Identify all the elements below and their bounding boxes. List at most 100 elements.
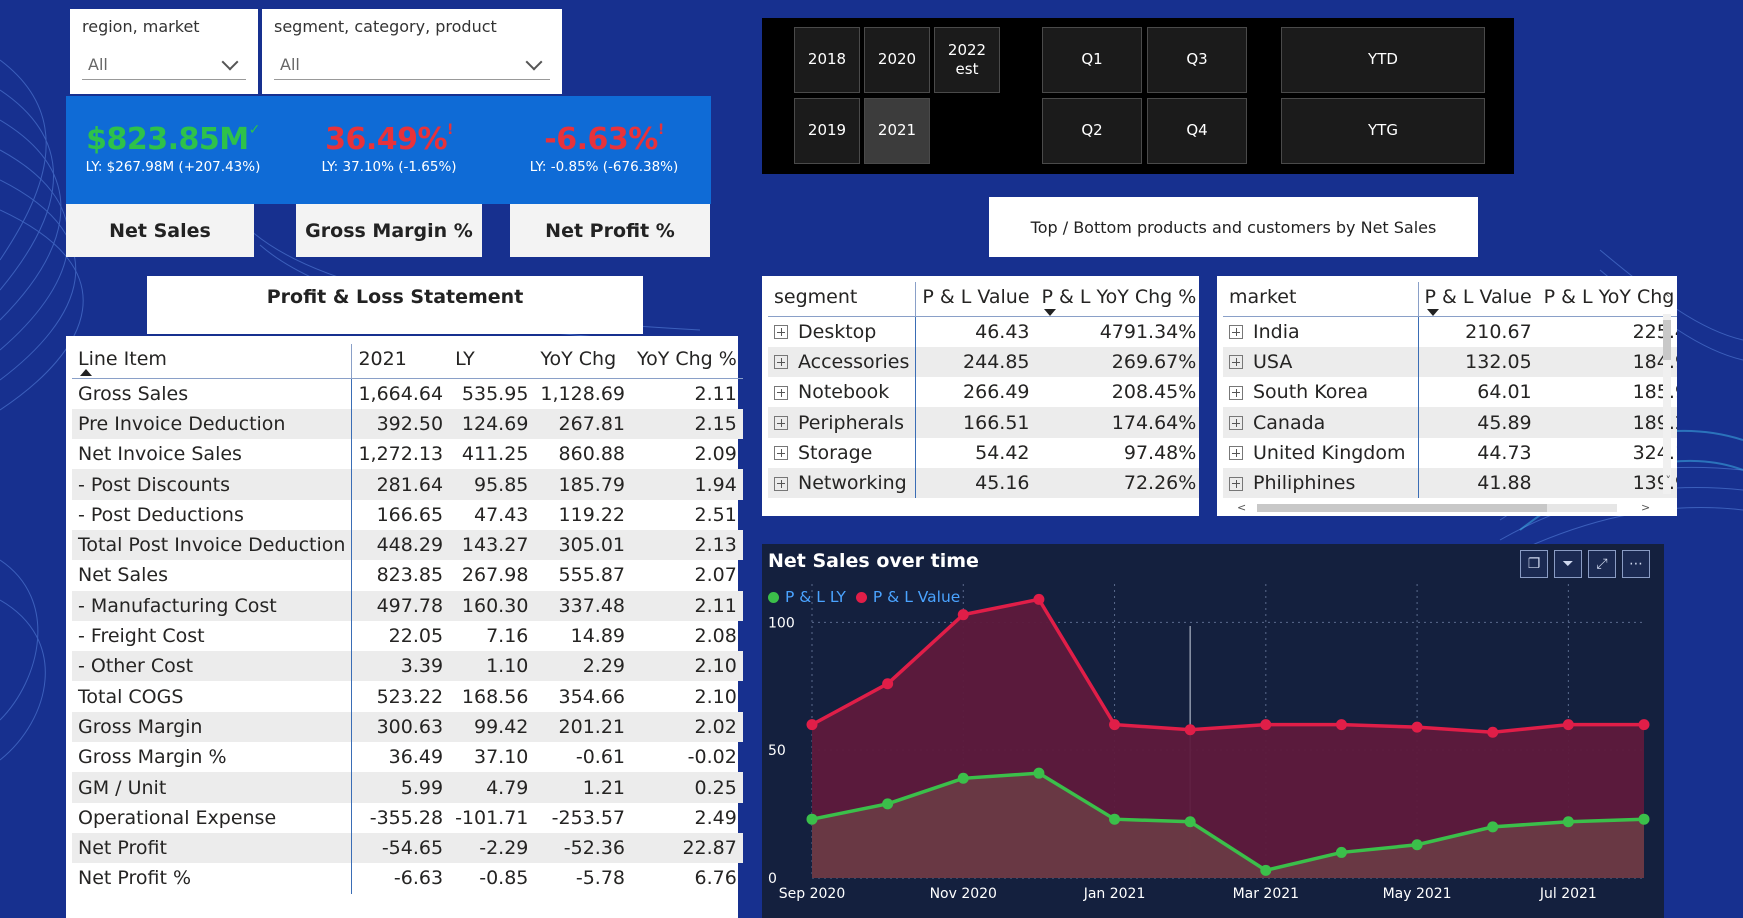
expand-icon[interactable]: [774, 325, 788, 340]
market-row[interactable]: Philiphines 41.88139.9: [1223, 467, 1677, 499]
pl-row[interactable]: - Post Discounts 281.64 95.85 185.79 1.94: [72, 469, 743, 500]
expand-icon[interactable]: [774, 476, 788, 491]
cell-value: 14.89: [570, 625, 626, 648]
cell-value: 300.63: [351, 711, 450, 743]
pl-row[interactable]: Net Sales 823.85 267.98 555.87 2.07: [72, 560, 743, 591]
market-row[interactable]: India 210.67 225.4: [1223, 316, 1677, 347]
segment-row[interactable]: Notebook 266.49 208.45%: [768, 377, 1199, 408]
pl-col-yoy-chg[interactable]: YoY Chg: [534, 344, 632, 379]
market-col-value[interactable]: P & L Value: [1418, 282, 1538, 317]
cell-value: 64.01: [1477, 381, 1532, 404]
data-point: [1562, 816, 1574, 828]
cell-value: -101.71: [455, 806, 529, 829]
scroll-up-icon[interactable]: ^: [1662, 292, 1671, 305]
segment-col-segment[interactable]: segment: [768, 282, 917, 317]
scroll-down-icon[interactable]: ˅: [1666, 474, 1672, 487]
expand-icon[interactable]: [774, 385, 788, 400]
pl-row[interactable]: Net Profit -54.65 -2.29 -52.36 22.87: [72, 832, 743, 864]
segment-col-value[interactable]: P & L Value: [915, 282, 1036, 317]
market-row[interactable]: United Kingdom 44.73 324.1: [1223, 437, 1677, 468]
kpi-label-net-profit: Net Profit %: [510, 204, 710, 257]
pl-col-ly[interactable]: LY: [449, 344, 535, 379]
row-label: Notebook: [768, 377, 917, 408]
cell-value: 2.07: [694, 564, 737, 587]
slicer-title: region, market: [82, 17, 200, 36]
quarter-button-q4[interactable]: Q4: [1147, 98, 1247, 164]
pl-row[interactable]: - Post Deductions 166.65 47.43 119.22 2.51: [72, 499, 743, 530]
market-row[interactable]: Canada 45.89189.2: [1223, 407, 1677, 438]
pl-col-2021[interactable]: 2021: [351, 344, 450, 379]
expand-icon[interactable]: [1229, 416, 1243, 431]
pl-row[interactable]: Gross Margin % 36.49 37.10 -0.61 -0.02: [72, 742, 743, 773]
expand-icon[interactable]: [774, 355, 788, 370]
pl-row[interactable]: - Freight Cost 22.05 7.16 14.89 2.08: [72, 620, 743, 652]
kpi-gross-margin[interactable]: 36.49%! LY: 37.10% (-1.65%): [282, 96, 496, 204]
pl-row[interactable]: - Manufacturing Cost 497.78 160.30 337.48 2.…: [72, 590, 743, 621]
market-col-yoy[interactable]: P & L YoY Chg: [1537, 282, 1677, 317]
x-tick-label: May 2021: [1383, 886, 1452, 902]
pl-row[interactable]: - Other Cost 3.39 1.10 2.29 2.10: [72, 651, 743, 682]
cell-value: 1.10: [449, 651, 535, 682]
year-button-2018[interactable]: 2018: [794, 27, 860, 93]
ytd-button[interactable]: YTD: [1281, 27, 1485, 93]
segment-row[interactable]: Networking 45.16 72.26%: [768, 467, 1199, 499]
cell-value: 411.25: [461, 443, 529, 466]
cell-value: 208.45%: [1111, 381, 1197, 404]
segment-row[interactable]: Desktop 46.43 4791.34%: [768, 316, 1199, 347]
pl-col-yoy-chg-pct[interactable]: YoY Chg %: [631, 344, 743, 379]
segment-row[interactable]: Peripherals 166.51 174.64%: [768, 407, 1199, 438]
expand-icon[interactable]: [774, 446, 788, 461]
row-label-text: USA: [1253, 350, 1293, 373]
row-label: - Post Deductions: [72, 499, 353, 530]
segment-col-yoy[interactable]: P & L YoY Chg %: [1035, 282, 1199, 317]
cell-value: 860.88: [558, 443, 626, 466]
horizontal-scrollbar-thumb[interactable]: [1257, 504, 1547, 512]
pl-row[interactable]: Net Invoice Sales 1,272.13 411.25 860.88 2.0…: [72, 439, 743, 470]
year-button-2019[interactable]: 2019: [794, 98, 860, 164]
row-label: India: [1223, 316, 1419, 347]
segment-category-product-dropdown[interactable]: All: [274, 50, 550, 80]
slicer-title: segment, category, product: [274, 17, 497, 36]
pl-row[interactable]: GM / Unit 5.99 4.79 1.21 0.25: [72, 772, 743, 803]
expand-icon[interactable]: [1229, 476, 1243, 491]
top-bottom-button[interactable]: Top / Bottom products and customers by N…: [989, 197, 1478, 257]
cell-value: 2.11: [694, 382, 737, 405]
expand-icon[interactable]: [1229, 446, 1243, 461]
pl-col-line-item[interactable]: Line Item: [72, 344, 353, 379]
expand-icon[interactable]: [774, 416, 788, 431]
quarter-button-q2[interactable]: Q2: [1042, 98, 1142, 164]
quarter-button-q1[interactable]: Q1: [1042, 27, 1142, 93]
kpi-net-profit[interactable]: -6.63%! LY: -0.85% (-676.38%): [497, 96, 711, 204]
pl-row[interactable]: Total Post Invoice Deduction 448.29 143.27…: [72, 529, 743, 561]
pl-row[interactable]: Total COGS 523.22 168.56 354.66 2.10: [72, 681, 743, 712]
segment-row[interactable]: Accessories 244.85 269.67%: [768, 346, 1199, 378]
scroll-right-icon[interactable]: >: [1641, 501, 1650, 514]
pl-row[interactable]: Pre Invoice Deduction 392.50 124.69 267.81 2…: [72, 408, 743, 440]
pl-row[interactable]: Operational Expense -355.28 -101.71 -253.57…: [72, 802, 743, 833]
market-row[interactable]: USA 132.05184.9: [1223, 346, 1677, 378]
cell-value: 184.9: [1537, 346, 1677, 378]
expand-icon[interactable]: [1229, 325, 1243, 340]
year-button-2020[interactable]: 2020: [864, 27, 930, 93]
segment-row[interactable]: Storage 54.42 97.48%: [768, 437, 1199, 468]
row-label-text: Philiphines: [1253, 472, 1356, 495]
market-table: market P & L Value P & L YoY Chg India 21…: [1217, 276, 1677, 516]
data-point: [806, 719, 818, 731]
kpi-net-sales[interactable]: $823.85M✓ LY: $267.98M (+207.43%): [66, 96, 280, 204]
cell-value: 41.88: [1418, 467, 1538, 499]
ytg-button[interactable]: YTG: [1281, 98, 1485, 164]
year-button-2021[interactable]: 2021: [864, 98, 930, 164]
kpi-value: $823.85M✓: [66, 122, 280, 157]
market-row[interactable]: South Korea 64.01 185.9: [1223, 377, 1677, 408]
market-col-market[interactable]: market: [1223, 282, 1419, 317]
expand-icon[interactable]: [1229, 385, 1243, 400]
pl-row[interactable]: Gross Margin 300.63 99.42 201.21 2.02: [72, 711, 743, 743]
vertical-scrollbar-thumb[interactable]: [1663, 320, 1671, 360]
pl-row[interactable]: Gross Sales 1,664.64 535.95 1,128.69 2.11: [72, 378, 743, 409]
year-button-2022-est[interactable]: 2022 est: [934, 27, 1000, 93]
pl-row[interactable]: Net Profit % -6.63 -0.85 -5.78 6.76: [72, 863, 743, 894]
quarter-button-q3[interactable]: Q3: [1147, 27, 1247, 93]
scroll-left-icon[interactable]: <: [1237, 501, 1246, 514]
region-market-dropdown[interactable]: All: [82, 50, 246, 80]
expand-icon[interactable]: [1229, 355, 1243, 370]
